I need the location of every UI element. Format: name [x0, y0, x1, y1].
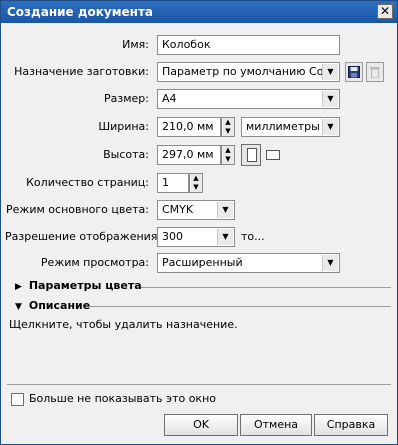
- arrow-up-icon[interactable]: ▲: [222, 118, 234, 127]
- size-select[interactable]: A4 ▼: [157, 89, 340, 109]
- color-params-divider: [141, 287, 391, 288]
- preset-label: Назначение заготовки:: [14, 65, 149, 78]
- color-params-title: Параметры цвета: [28, 279, 142, 292]
- width-input[interactable]: 210,0 мм: [157, 117, 221, 137]
- width-label: Ширина:: [98, 120, 149, 133]
- preset-value: Параметр по умолчанию Core...: [162, 65, 340, 78]
- title-bar: Создание документа ✕: [1, 1, 397, 23]
- chevron-down-icon: ▼: [322, 255, 338, 271]
- units-select[interactable]: миллиметры ▼: [241, 117, 340, 137]
- size-value: A4: [162, 92, 177, 105]
- create-document-dialog: Создание документа ✕ Имя: Колобок Назнач…: [0, 0, 398, 445]
- description-text: Щелкните, чтобы удалить назначение.: [9, 318, 238, 331]
- preview-mode-value: Расширенный: [162, 256, 243, 269]
- save-preset-button[interactable]: [345, 62, 363, 82]
- resolution-label: Разрешение отображения:: [5, 230, 162, 243]
- floppy-disk-icon: [348, 66, 360, 78]
- color-mode-label: Режим основного цвета:: [6, 203, 149, 216]
- landscape-page-icon: [266, 150, 280, 160]
- chevron-down-icon: ▼: [322, 91, 338, 107]
- resolution-value: 300: [162, 230, 183, 243]
- name-input[interactable]: Колобок: [157, 35, 340, 55]
- units-value: миллиметры: [246, 120, 320, 133]
- trash-icon: [370, 67, 380, 79]
- height-input[interactable]: 297,0 мм: [157, 145, 221, 165]
- chevron-down-icon: ▼: [217, 229, 233, 245]
- close-icon: ✕: [379, 4, 391, 18]
- footer-divider: [7, 384, 391, 385]
- pages-stepper[interactable]: ▲ ▼: [189, 173, 203, 193]
- arrow-down-icon[interactable]: ▼: [222, 127, 234, 136]
- chevron-down-icon: ▼: [322, 64, 338, 80]
- preset-select[interactable]: Параметр по умолчанию Core... ▼: [157, 62, 340, 82]
- arrow-up-icon[interactable]: ▲: [222, 146, 234, 155]
- height-label: Высота:: [103, 148, 149, 161]
- color-params-section-header[interactable]: ▶ Параметры цвета: [15, 278, 142, 294]
- color-mode-value: CMYK: [162, 203, 194, 216]
- portrait-orientation-button[interactable]: [241, 144, 261, 166]
- description-section-header[interactable]: ▼ Описание: [15, 298, 90, 314]
- ok-button[interactable]: OK: [164, 414, 238, 436]
- dont-show-checkbox[interactable]: [11, 393, 24, 406]
- cancel-button[interactable]: Отмена: [240, 414, 312, 436]
- collapse-triangle-icon: ▼: [15, 302, 22, 312]
- arrow-up-icon[interactable]: ▲: [190, 174, 202, 183]
- pages-input[interactable]: 1: [157, 173, 189, 193]
- size-label: Размер:: [104, 92, 149, 105]
- width-stepper[interactable]: ▲ ▼: [221, 117, 235, 137]
- expand-triangle-icon: ▶: [15, 282, 22, 292]
- help-button[interactable]: Справка: [314, 414, 388, 436]
- color-mode-select[interactable]: CMYK ▼: [157, 200, 235, 220]
- resolution-select[interactable]: 300 ▼: [157, 227, 235, 247]
- chevron-down-icon: ▼: [217, 202, 233, 218]
- height-stepper[interactable]: ▲ ▼: [221, 145, 235, 165]
- description-divider: [89, 306, 391, 307]
- delete-preset-button[interactable]: [366, 62, 384, 82]
- chevron-down-icon: ▼: [322, 119, 338, 135]
- pages-label: Количество страниц:: [26, 176, 149, 189]
- close-button[interactable]: ✕: [377, 4, 393, 19]
- window-title: Создание документа: [7, 5, 154, 19]
- preview-mode-label: Режим просмотра:: [40, 256, 149, 269]
- portrait-page-icon: [247, 148, 257, 162]
- name-label: Имя:: [122, 38, 149, 51]
- resolution-suffix: то...: [241, 230, 265, 243]
- preview-mode-select[interactable]: Расширенный ▼: [157, 253, 340, 273]
- arrow-down-icon[interactable]: ▼: [190, 183, 202, 192]
- description-title: Описание: [28, 299, 91, 312]
- arrow-down-icon[interactable]: ▼: [222, 155, 234, 164]
- landscape-orientation-button[interactable]: [263, 144, 283, 166]
- dont-show-label: Больше не показывать это окно: [29, 392, 216, 405]
